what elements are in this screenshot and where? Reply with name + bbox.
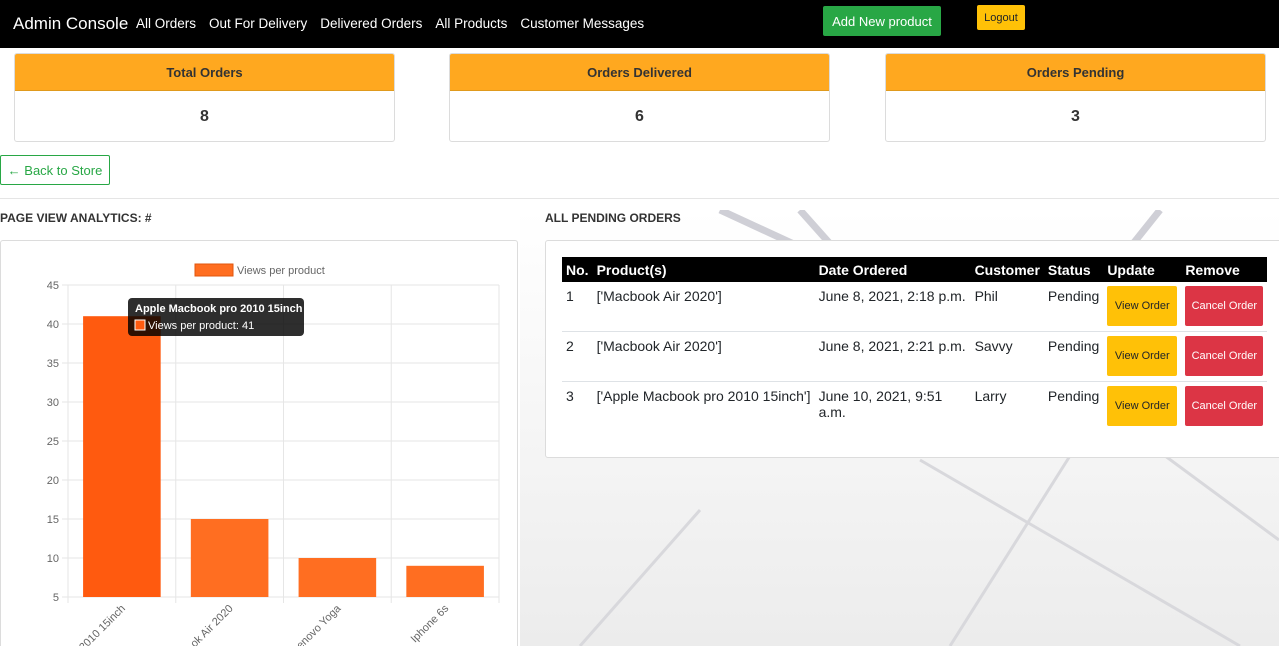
bar <box>406 565 484 597</box>
y-tick-label: 45 <box>47 280 59 292</box>
y-tick-label: 25 <box>47 436 59 448</box>
col-header-products: Product(s) <box>596 261 667 278</box>
col-header-date: Date Ordered <box>818 261 908 278</box>
analytics-chart-card: 5 10 15 20 25 30 35 40 45 2010 15inch ok Air 2020 e… <box>0 240 518 646</box>
page-view-chart[interactable]: 5 10 15 20 25 30 35 40 45 2010 15inch ok Air 2020 e… <box>1 241 519 646</box>
order-date: June 10, 2021, 9:51 a.m. <box>818 388 943 420</box>
table-row: 2 ['Macbook Air 2020'] June 8, 2021, 2:2… <box>562 332 1268 382</box>
pending-orders-card: No. Product(s) Date Ordered Customer Sta… <box>545 240 1279 458</box>
pending-orders-title: ALL PENDING ORDERS <box>545 211 681 225</box>
order-date: June 8, 2021, 2:21 p.m. <box>818 338 966 354</box>
order-customer: Savvy <box>974 338 1013 354</box>
table-row: 1 ['Macbook Air 2020'] June 8, 2021, 2:1… <box>562 282 1268 332</box>
stat-value: 6 <box>635 108 644 125</box>
tooltip-swatch <box>134 319 146 331</box>
bar <box>298 558 377 597</box>
nav-customer-messages[interactable]: Customer Messages <box>520 16 644 31</box>
order-product: ['Macbook Air 2020'] <box>596 338 722 354</box>
order-customer: Phil <box>974 288 998 304</box>
table-row: 3 ['Apple Macbook pro 2010 15inch'] June… <box>562 382 1267 432</box>
cancel-order-button[interactable]: Cancel Order <box>1185 336 1264 376</box>
view-order-button[interactable]: View Order <box>1107 386 1178 426</box>
x-tick-label: enovo Yoga <box>294 602 344 646</box>
nav-all-products[interactable]: All Products <box>435 16 507 31</box>
pending-orders-table: No. Product(s) Date Ordered Customer Sta… <box>562 257 1268 432</box>
col-header-status: Status <box>1047 261 1091 278</box>
orders-pending-card: Orders Pending 3 <box>885 53 1266 142</box>
stat-value: 8 <box>200 108 209 125</box>
col-header-remove: Remove <box>1185 261 1240 278</box>
col-header-customer: Customer <box>974 261 1040 278</box>
bar <box>83 316 161 597</box>
x-tick-label: Iphone 6s <box>409 602 452 645</box>
order-no: 3 <box>566 388 574 404</box>
legend-swatch <box>194 263 234 277</box>
cancel-order-button[interactable]: Cancel Order <box>1185 386 1264 426</box>
order-status: Pending <box>1047 288 1100 304</box>
legend-label: Views per product <box>237 265 325 277</box>
order-status: Pending <box>1047 388 1100 404</box>
order-status: Pending <box>1047 338 1100 354</box>
order-product: ['Macbook Air 2020'] <box>596 288 722 304</box>
navbar: Admin Console All Orders Out For Deliver… <box>0 0 1279 48</box>
y-tick-label: 10 <box>47 553 59 565</box>
order-date: June 8, 2021, 2:18 p.m. <box>818 288 966 304</box>
y-tick-label: 20 <box>47 475 59 487</box>
y-tick-label: 5 <box>53 592 59 604</box>
x-tick-label: 2010 15inch <box>77 603 128 646</box>
nav-out-for-delivery[interactable]: Out For Delivery <box>209 16 307 31</box>
table-header-row: No. Product(s) Date Ordered Customer Sta… <box>562 257 1268 282</box>
nav-delivered-orders[interactable]: Delivered Orders <box>320 16 422 31</box>
col-header-no: No. <box>566 261 589 278</box>
brand-title[interactable]: Admin Console <box>13 14 128 34</box>
y-tick-label: 30 <box>47 397 59 409</box>
stat-value: 3 <box>1071 108 1080 125</box>
add-product-button[interactable]: Add New product <box>823 6 941 36</box>
stat-label: Orders Pending <box>886 54 1265 91</box>
total-orders-card: Total Orders 8 <box>14 53 395 142</box>
tooltip-body: Views per product: 41 <box>148 320 254 332</box>
nav-links: All Orders Out For Delivery Delivered Or… <box>136 16 644 31</box>
view-order-button[interactable]: View Order <box>1107 286 1178 326</box>
y-tick-label: 15 <box>47 514 59 526</box>
y-tick-label: 40 <box>47 319 59 331</box>
stat-label: Total Orders <box>15 54 394 91</box>
logout-button[interactable]: Logout <box>977 5 1025 30</box>
tooltip-title: Apple Macbook pro 2010 15inch <box>135 303 303 315</box>
nav-all-orders[interactable]: All Orders <box>136 16 196 31</box>
order-no: 2 <box>566 338 574 354</box>
bar <box>190 519 269 597</box>
stat-label: Orders Delivered <box>450 54 829 91</box>
back-to-store-button[interactable]: ← Back to Store <box>0 155 110 185</box>
order-product: ['Apple Macbook pro 2010 15inch'] <box>596 388 811 404</box>
orders-delivered-card: Orders Delivered 6 <box>449 53 830 142</box>
order-no: 1 <box>566 288 574 304</box>
y-tick-label: 35 <box>47 358 59 370</box>
analytics-title: PAGE VIEW ANALYTICS: # <box>0 211 152 225</box>
col-header-update: Update <box>1107 261 1155 278</box>
order-customer: Larry <box>974 388 1007 404</box>
divider <box>0 198 1279 199</box>
view-order-button[interactable]: View Order <box>1107 336 1178 376</box>
cancel-order-button[interactable]: Cancel Order <box>1185 286 1264 326</box>
x-tick-label: ok Air 2020 <box>188 603 235 646</box>
